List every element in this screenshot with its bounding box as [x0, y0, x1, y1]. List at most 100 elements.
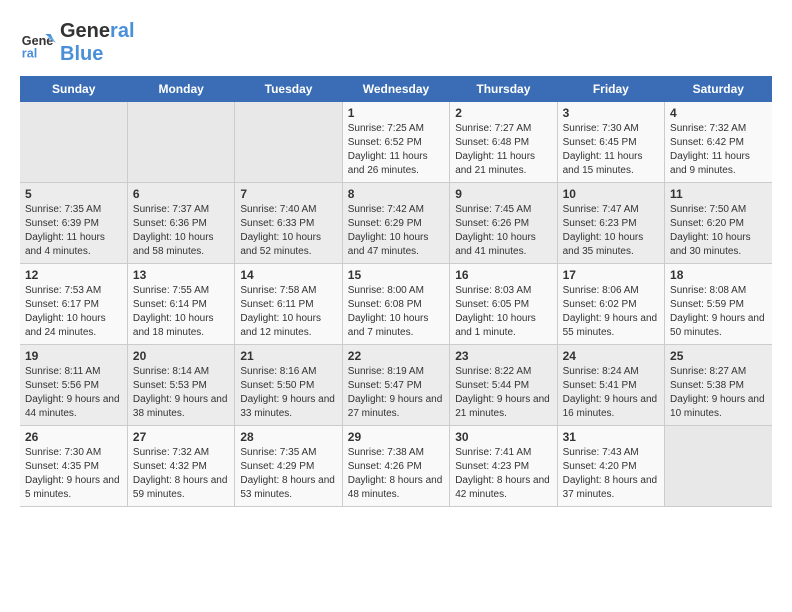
- day-info: Sunrise: 7:47 AM Sunset: 6:23 PM Dayligh…: [563, 203, 659, 259]
- calendar-week-row: 19 Sunrise: 8:11 AM Sunset: 5:56 PM Dayli…: [20, 345, 772, 426]
- calendar-cell: 13 Sunrise: 7:55 AM Sunset: 6:14 PM Dayli…: [127, 264, 234, 345]
- day-number: 31: [563, 430, 659, 444]
- calendar-cell: 9Sunrise: 7:45 AM Sunset: 6:26 PM Daylig…: [450, 183, 557, 264]
- day-number: 22: [348, 349, 444, 363]
- calendar-cell: 8 Sunrise: 7:42 AM Sunset: 6:29 PM Daylig…: [342, 183, 449, 264]
- calendar-week-row: 12 Sunrise: 7:53 AM Sunset: 6:17 PM Dayli…: [20, 264, 772, 345]
- day-number: 6: [133, 187, 229, 201]
- day-number: 16: [455, 268, 551, 282]
- day-number: 8: [348, 187, 444, 201]
- calendar-cell: 7 Sunrise: 7:40 AM Sunset: 6:33 PM Daylig…: [235, 183, 342, 264]
- calendar-cell: 20 Sunrise: 8:14 AM Sunset: 5:53 PM Dayli…: [127, 345, 234, 426]
- day-number: 18: [670, 268, 767, 282]
- calendar-cell: 14Sunrise: 7:58 AM Sunset: 6:11 PM Dayli…: [235, 264, 342, 345]
- day-number: 20: [133, 349, 229, 363]
- day-info: Sunrise: 7:42 AM Sunset: 6:29 PM Dayligh…: [348, 203, 444, 259]
- day-info: Sunrise: 7:35 AM Sunset: 6:39 PM Dayligh…: [25, 203, 122, 259]
- day-number: 4: [670, 106, 767, 120]
- weekday-header: Saturday: [665, 76, 772, 102]
- calendar-cell: 2Sunrise: 7:27 AM Sunset: 6:48 PM Daylig…: [450, 102, 557, 183]
- day-info: Sunrise: 8:24 AM Sunset: 5:41 PM Dayligh…: [563, 365, 659, 421]
- day-number: 24: [563, 349, 659, 363]
- calendar-cell: 30 Sunrise: 7:41 AM Sunset: 4:23 PM Dayli…: [450, 426, 557, 507]
- day-info: Sunrise: 7:30 AM Sunset: 4:35 PM Dayligh…: [25, 446, 122, 502]
- day-number: 7: [240, 187, 336, 201]
- day-info: Sunrise: 8:06 AM Sunset: 6:02 PM Dayligh…: [563, 284, 659, 340]
- calendar-cell: 25Sunrise: 8:27 AM Sunset: 5:38 PM Dayli…: [665, 345, 772, 426]
- calendar-cell: 24 Sunrise: 8:24 AM Sunset: 5:41 PM Dayli…: [557, 345, 664, 426]
- calendar-cell: 19 Sunrise: 8:11 AM Sunset: 5:56 PM Dayli…: [20, 345, 127, 426]
- calendar-cell: 10 Sunrise: 7:47 AM Sunset: 6:23 PM Dayli…: [557, 183, 664, 264]
- calendar-week-row: 1 Sunrise: 7:25 AM Sunset: 6:52 PM Daylig…: [20, 102, 772, 183]
- calendar-cell: 28Sunrise: 7:35 AM Sunset: 4:29 PM Dayli…: [235, 426, 342, 507]
- weekday-header: Thursday: [450, 76, 557, 102]
- weekday-header: Wednesday: [342, 76, 449, 102]
- day-number: 1: [348, 106, 444, 120]
- day-info: Sunrise: 7:53 AM Sunset: 6:17 PM Dayligh…: [25, 284, 122, 340]
- calendar-cell: 23Sunrise: 8:22 AM Sunset: 5:44 PM Dayli…: [450, 345, 557, 426]
- calendar-cell: 29 Sunrise: 7:38 AM Sunset: 4:26 PM Dayli…: [342, 426, 449, 507]
- day-info: Sunrise: 8:11 AM Sunset: 5:56 PM Dayligh…: [25, 365, 122, 421]
- calendar-week-row: 26 Sunrise: 7:30 AM Sunset: 4:35 PM Dayli…: [20, 426, 772, 507]
- calendar-cell: [127, 102, 234, 183]
- day-number: 3: [563, 106, 659, 120]
- calendar-cell: 22Sunrise: 8:19 AM Sunset: 5:47 PM Dayli…: [342, 345, 449, 426]
- logo-general: General: [60, 20, 135, 43]
- day-number: 10: [563, 187, 659, 201]
- day-info: Sunrise: 8:00 AM Sunset: 6:08 PM Dayligh…: [348, 284, 444, 340]
- calendar-cell: 21 Sunrise: 8:16 AM Sunset: 5:50 PM Dayli…: [235, 345, 342, 426]
- day-info: Sunrise: 8:27 AM Sunset: 5:38 PM Dayligh…: [670, 365, 767, 421]
- calendar-cell: 17 Sunrise: 8:06 AM Sunset: 6:02 PM Dayli…: [557, 264, 664, 345]
- calendar-cell: 16 Sunrise: 8:03 AM Sunset: 6:05 PM Dayli…: [450, 264, 557, 345]
- day-info: Sunrise: 7:38 AM Sunset: 4:26 PM Dayligh…: [348, 446, 444, 502]
- day-info: Sunrise: 7:30 AM Sunset: 6:45 PM Dayligh…: [563, 122, 659, 178]
- day-info: Sunrise: 8:14 AM Sunset: 5:53 PM Dayligh…: [133, 365, 229, 421]
- calendar-cell: [665, 426, 772, 507]
- day-number: 27: [133, 430, 229, 444]
- day-info: Sunrise: 7:25 AM Sunset: 6:52 PM Dayligh…: [348, 122, 444, 178]
- day-number: 12: [25, 268, 122, 282]
- calendar-cell: 1 Sunrise: 7:25 AM Sunset: 6:52 PM Daylig…: [342, 102, 449, 183]
- day-number: 11: [670, 187, 767, 201]
- calendar-cell: 31 Sunrise: 7:43 AM Sunset: 4:20 PM Dayli…: [557, 426, 664, 507]
- weekday-header-row: SundayMondayTuesdayWednesdayThursdayFrid…: [20, 76, 772, 102]
- day-info: Sunrise: 7:32 AM Sunset: 4:32 PM Dayligh…: [133, 446, 229, 502]
- calendar-cell: 15Sunrise: 8:00 AM Sunset: 6:08 PM Dayli…: [342, 264, 449, 345]
- day-info: Sunrise: 7:27 AM Sunset: 6:48 PM Dayligh…: [455, 122, 551, 178]
- day-info: Sunrise: 7:58 AM Sunset: 6:11 PM Dayligh…: [240, 284, 336, 340]
- day-info: Sunrise: 8:22 AM Sunset: 5:44 PM Dayligh…: [455, 365, 551, 421]
- calendar-cell: 3 Sunrise: 7:30 AM Sunset: 6:45 PM Daylig…: [557, 102, 664, 183]
- day-number: 13: [133, 268, 229, 282]
- day-number: 30: [455, 430, 551, 444]
- day-info: Sunrise: 7:40 AM Sunset: 6:33 PM Dayligh…: [240, 203, 336, 259]
- calendar-cell: 27 Sunrise: 7:32 AM Sunset: 4:32 PM Dayli…: [127, 426, 234, 507]
- day-info: Sunrise: 8:16 AM Sunset: 5:50 PM Dayligh…: [240, 365, 336, 421]
- calendar-cell: 26 Sunrise: 7:30 AM Sunset: 4:35 PM Dayli…: [20, 426, 127, 507]
- day-number: 17: [563, 268, 659, 282]
- day-info: Sunrise: 7:32 AM Sunset: 6:42 PM Dayligh…: [670, 122, 767, 178]
- logo-icon: Gene ral: [20, 25, 56, 61]
- calendar-cell: [235, 102, 342, 183]
- day-info: Sunrise: 8:03 AM Sunset: 6:05 PM Dayligh…: [455, 284, 551, 340]
- svg-text:ral: ral: [22, 46, 37, 60]
- day-number: 21: [240, 349, 336, 363]
- day-number: 26: [25, 430, 122, 444]
- weekday-header: Tuesday: [235, 76, 342, 102]
- logo-blue: Blue: [60, 43, 135, 66]
- calendar-cell: 5 Sunrise: 7:35 AM Sunset: 6:39 PM Daylig…: [20, 183, 127, 264]
- day-number: 28: [240, 430, 336, 444]
- day-info: Sunrise: 7:41 AM Sunset: 4:23 PM Dayligh…: [455, 446, 551, 502]
- day-info: Sunrise: 7:55 AM Sunset: 6:14 PM Dayligh…: [133, 284, 229, 340]
- weekday-header: Sunday: [20, 76, 127, 102]
- day-info: Sunrise: 7:43 AM Sunset: 4:20 PM Dayligh…: [563, 446, 659, 502]
- calendar-cell: 18 Sunrise: 8:08 AM Sunset: 5:59 PM Dayli…: [665, 264, 772, 345]
- logo: Gene ral General Blue: [20, 20, 135, 66]
- day-number: 5: [25, 187, 122, 201]
- day-number: 29: [348, 430, 444, 444]
- day-number: 19: [25, 349, 122, 363]
- weekday-header: Monday: [127, 76, 234, 102]
- day-info: Sunrise: 8:08 AM Sunset: 5:59 PM Dayligh…: [670, 284, 767, 340]
- calendar-cell: 4 Sunrise: 7:32 AM Sunset: 6:42 PM Daylig…: [665, 102, 772, 183]
- page-header: Gene ral General Blue: [20, 20, 772, 66]
- day-info: Sunrise: 7:45 AM Sunset: 6:26 PM Dayligh…: [455, 203, 551, 259]
